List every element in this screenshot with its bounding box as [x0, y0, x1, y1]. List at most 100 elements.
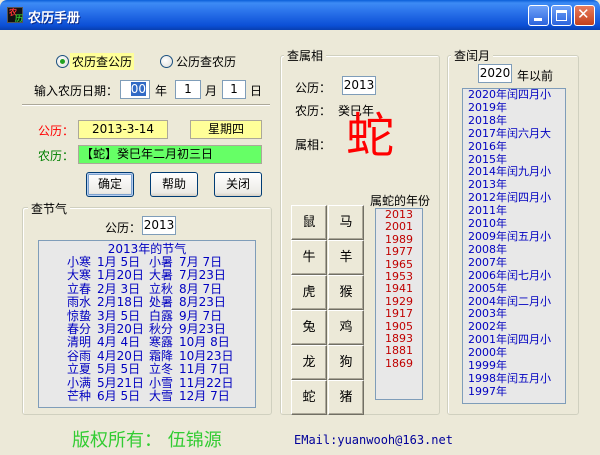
separator: [22, 104, 270, 106]
leap-month-item[interactable]: 2006年闰七月小: [463, 269, 565, 283]
zodiac-animal-button[interactable]: 蛇: [291, 380, 327, 415]
zodiac-animal-big: 蛇: [346, 108, 395, 164]
zodiac-animal-button[interactable]: 马: [328, 205, 364, 240]
leap-month-item[interactable]: 2020年闰四月小: [463, 89, 565, 102]
year-unit: 年: [155, 84, 168, 98]
year-input[interactable]: 00: [120, 80, 150, 99]
term-date: 7月 7日: [179, 255, 223, 269]
email-text: EMail:yuanwooh@163.net: [294, 433, 453, 447]
leap-month-item[interactable]: 2007年: [463, 256, 565, 270]
term-name: 小满: [67, 375, 92, 390]
solar-result-field: 2013-3-14: [78, 120, 168, 139]
term-date: 12月 7日: [179, 388, 230, 403]
term-date: 4月 4日: [97, 335, 141, 350]
term-date: 3月20日: [97, 321, 144, 336]
zodiac-year-item[interactable]: 1941: [376, 283, 422, 296]
term-date: 5月21日: [97, 375, 144, 390]
terms-year-input[interactable]: 2013: [142, 216, 176, 235]
term-name: 立秋: [149, 281, 174, 296]
zodiac-year-item[interactable]: 2001: [376, 220, 422, 233]
zodiac-years-items: 2013 2001 1989 1977 1965 1953 1941 1929 1917 1905…: [376, 208, 422, 370]
zodiac-animal-button[interactable]: 虎: [291, 275, 327, 310]
term-name: 小暑: [149, 255, 174, 269]
zodiac-years-list[interactable]: 2013 2001 1989 1977 1965 1953 1941 1929 1917 1905…: [375, 208, 423, 400]
solar-terms-list[interactable]: 2013年的节气 小寒 1月 5日 小暑 7月 7日 大寒 1月20日 大暑 7月23日 立春 2…: [38, 240, 256, 408]
leap-month-item[interactable]: 2018年: [463, 114, 565, 128]
radio-dot[interactable]: [160, 55, 173, 68]
zodiac-animal-button[interactable]: 鼠: [291, 205, 327, 240]
leap-month-item[interactable]: 2017年闰六月大: [463, 127, 565, 141]
leap-month-item[interactable]: 1997年: [463, 385, 565, 399]
terms-year-label: 公历：: [105, 221, 142, 235]
term-name: 立春: [67, 281, 92, 296]
close-window-button[interactable]: ✕: [574, 5, 595, 26]
leap-items: 2020年闰四月小 2019年 2018年 2017年闰六月大 2016年 2015年 20…: [463, 89, 565, 399]
leap-year-suffix: 年以前: [517, 69, 554, 83]
zodiac-animal-button[interactable]: 兔: [291, 310, 327, 345]
zodiac-year-item[interactable]: 1977: [376, 245, 422, 258]
leap-year-input[interactable]: 2020: [478, 64, 512, 83]
term-date: 11月22日: [179, 375, 234, 390]
close-icon: ✕: [577, 5, 590, 23]
term-date: 11月 7日: [179, 362, 230, 377]
zodiac-title: 查属相: [284, 47, 327, 64]
term-name: 白露: [149, 308, 174, 323]
leap-month-item[interactable]: 2016年: [463, 140, 565, 154]
term-date: 4月20日: [97, 348, 144, 363]
leap-month-item[interactable]: 2019年: [463, 101, 565, 115]
term-date: 6月 5日: [97, 388, 141, 403]
term-name: 处暑: [149, 295, 174, 310]
minimize-button[interactable]: [528, 5, 549, 26]
month-unit: 月: [205, 84, 218, 98]
zodiac-years-title: 属蛇的年份: [370, 194, 431, 208]
zodiac-animal-button[interactable]: 猴: [328, 275, 364, 310]
zodiac-year-item[interactable]: 1881: [376, 345, 422, 358]
close-button[interactable]: 关闭: [214, 172, 262, 197]
term-name: 大暑: [149, 268, 174, 283]
leap-month-item[interactable]: 2009年闰五月小: [463, 230, 565, 244]
term-name: 寒露: [149, 335, 174, 350]
term-date: 9月23日: [179, 321, 226, 336]
zodiac-animal-button[interactable]: 狗: [328, 345, 364, 380]
leap-month-item[interactable]: 1998年闰五月小: [463, 372, 565, 386]
leap-month-item[interactable]: 2008年: [463, 243, 565, 257]
zodiac-year-item[interactable]: 1917: [376, 307, 422, 320]
minimize-icon: [534, 18, 542, 21]
leap-month-item[interactable]: 2005年: [463, 282, 565, 296]
month-input[interactable]: 1: [175, 80, 201, 99]
title-bar[interactable]: 农 历 农历手册 ✕: [0, 0, 600, 30]
zodiac-year-input[interactable]: 2013: [342, 76, 376, 95]
zodiac-animal-button[interactable]: 龙: [291, 345, 327, 380]
day-input[interactable]: 1: [222, 80, 246, 99]
zodiac-animal-label: 属相：: [295, 138, 332, 152]
term-name: 春分: [67, 321, 92, 336]
term-name: 立冬: [149, 362, 174, 377]
leap-month-item[interactable]: 1999年: [463, 359, 565, 373]
zodiac-animal-button[interactable]: 牛: [291, 240, 327, 275]
help-button[interactable]: 帮助: [150, 172, 198, 197]
ok-button[interactable]: 确定: [86, 172, 134, 197]
term-row: 立夏 5月 5日 立冬 11月 7日: [39, 362, 255, 377]
zodiac-animal-button[interactable]: 猪: [328, 380, 364, 415]
lunar-result-field: 【蛇】癸巳年二月初三日: [78, 145, 262, 164]
term-row: 小满 5月21日 小雪 11月22日: [39, 375, 255, 390]
radio-dot-checked[interactable]: [56, 55, 69, 68]
zodiac-year-item[interactable]: 1869: [376, 357, 422, 370]
term-row: 清明 4月 4日 寒露 10月 8日: [39, 335, 255, 350]
radio-label-1: 农历查公历: [70, 53, 135, 70]
day-unit: 日: [250, 84, 263, 98]
term-row: 大寒 1月20日 大暑 7月23日: [39, 268, 255, 283]
zodiac-solar-label: 公历：: [295, 81, 332, 95]
maximize-button[interactable]: [551, 5, 572, 26]
term-name: 立夏: [67, 362, 92, 377]
zodiac-animal-button[interactable]: 羊: [328, 240, 364, 275]
terms-rows: 小寒 1月 5日 小暑 7月 7日 大寒 1月20日 大暑 7月23日 立春 2月 3日 立秋 8月 …: [39, 255, 255, 403]
zodiac-animal-button[interactable]: 鸡: [328, 310, 364, 345]
term-name: 大雪: [149, 388, 174, 403]
app-icon: 农 历: [7, 7, 23, 23]
leap-month-list[interactable]: 2020年闰四月小 2019年 2018年 2017年闰六月大 2016年 2015年 20…: [462, 88, 566, 404]
term-name: 清明: [67, 335, 92, 350]
year-input-value: 00: [130, 82, 146, 96]
term-name: 大寒: [67, 268, 92, 283]
term-row: 立春 2月 3日 立秋 8月 7日: [39, 281, 255, 296]
